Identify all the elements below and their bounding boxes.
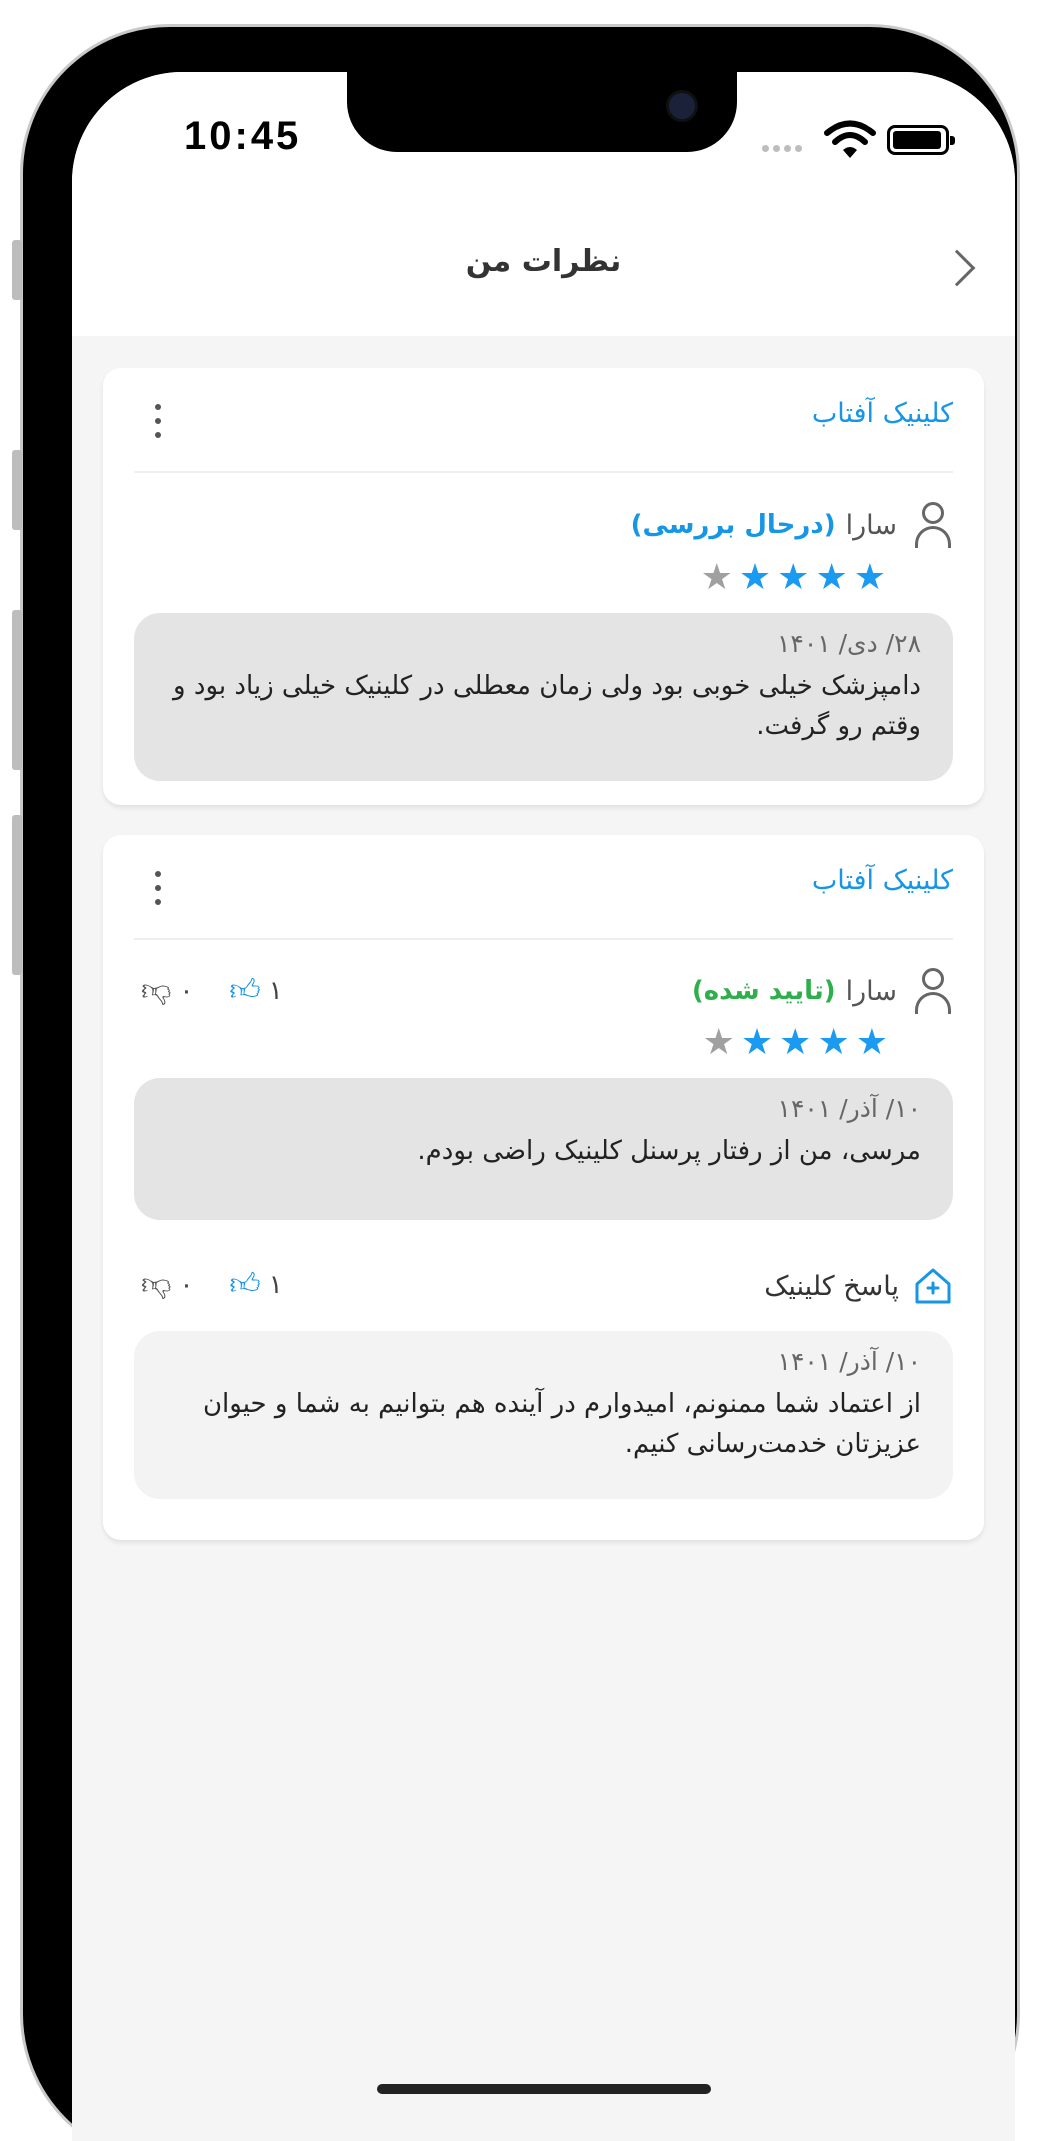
clinic-reply-label: پاسخ کلینیک	[764, 1270, 899, 1302]
dislike-count: ۰	[179, 976, 194, 1006]
star-filled-icon: ★	[855, 1022, 888, 1063]
divider	[134, 938, 953, 940]
clinic-reply-header: پاسخ کلینیک	[764, 1266, 953, 1306]
mute-switch	[12, 240, 22, 300]
clinic-name-link[interactable]: کلینیک آفتاب	[812, 398, 953, 429]
more-menu-icon[interactable]	[153, 404, 161, 438]
rating-stars: ★ ★ ★ ★ ★	[701, 560, 886, 596]
like-button[interactable]: 👍︎ ۱	[229, 1267, 282, 1303]
card-header: کلینیک آفتاب	[103, 835, 984, 938]
reply-votes: 👎︎ ۰ 👍︎ ۱	[141, 1267, 283, 1303]
star-filled-icon: ★	[815, 557, 848, 598]
page-title: نظرات من	[465, 244, 622, 279]
wifi-icon	[824, 120, 876, 158]
reviewer-name: سارا	[845, 975, 897, 1007]
more-menu-icon[interactable]	[153, 871, 161, 905]
review-status-badge: (تایید شده)	[691, 976, 836, 1006]
clinic-home-icon	[913, 1266, 953, 1306]
battery-icon	[887, 125, 955, 155]
page-header: نظرات من	[72, 202, 1015, 336]
reviewer-name: سارا	[845, 509, 897, 541]
dislike-button[interactable]: 👎︎ ۰	[141, 973, 193, 1009]
thumbs-up-icon: 👍︎	[229, 1267, 261, 1302]
review-card: کلینیک آفتاب سارا (درحال بررسی) ★ ★ ★ ★ …	[103, 368, 984, 805]
star-empty-icon: ★	[702, 1022, 735, 1063]
like-count: ۱	[268, 1270, 283, 1300]
star-filled-icon: ★	[740, 1022, 774, 1063]
signal-icon	[762, 145, 802, 152]
camera-icon	[666, 90, 698, 122]
star-empty-icon: ★	[700, 557, 733, 598]
reply-text: از اعتماد شما ممنونم، امیدوارم در آینده …	[202, 1389, 921, 1459]
reviewer-row: سارا (تایید شده)	[692, 968, 953, 1014]
dislike-count: ۰	[179, 1270, 194, 1300]
star-filled-icon: ★	[853, 557, 886, 598]
review-text: مرسی، من از رفتار پرسنل کلینیک راضی بودم…	[417, 1136, 921, 1166]
home-indicator[interactable]	[377, 2084, 711, 2094]
divider	[134, 471, 953, 473]
volume-button	[12, 815, 22, 975]
screen: 10:45 نظرات من کلینیک آفتاب سارا (درحال …	[72, 72, 1015, 2141]
rating-stars: ★ ★ ★ ★ ★	[703, 1025, 888, 1061]
star-filled-icon: ★	[779, 1022, 812, 1063]
like-button[interactable]: 👍︎ ۱	[229, 973, 282, 1009]
user-icon	[913, 968, 953, 1014]
dislike-button[interactable]: 👎︎ ۰	[141, 1267, 193, 1303]
thumbs-down-icon: 👎︎	[141, 973, 172, 1008]
review-date: ۲۸/ دی/ ۱۴۰۱	[776, 629, 921, 658]
review-text: دامپزشک خیلی خوبی بود ولی زمان معطلی در …	[173, 671, 921, 741]
volume-up-button	[12, 450, 22, 530]
like-count: ۱	[268, 976, 283, 1006]
reply-bubble: ۱۰/ آذر/ ۱۴۰۱ از اعتماد شما ممنونم، امید…	[134, 1331, 953, 1499]
thumbs-down-icon: 👎︎	[141, 1267, 172, 1302]
star-filled-icon: ★	[817, 1022, 850, 1063]
review-status-badge: (درحال بررسی)	[630, 510, 836, 540]
user-icon	[913, 502, 953, 548]
star-filled-icon: ★	[777, 557, 810, 598]
clinic-name-link[interactable]: کلینیک آفتاب	[812, 865, 953, 896]
review-bubble: ۲۸/ دی/ ۱۴۰۱ دامپزشک خیلی خوبی بود ولی ز…	[134, 613, 953, 781]
reviewer-row: سارا (درحال بررسی)	[631, 502, 953, 548]
review-votes: 👎︎ ۰ 👍︎ ۱	[141, 973, 283, 1009]
thumbs-up-icon: 👍︎	[229, 973, 261, 1008]
notch	[347, 72, 737, 152]
review-card: کلینیک آفتاب سارا (تایید شده) 👎︎ ۰ 👍︎ ۱ …	[103, 835, 984, 1540]
status-time: 10:45	[184, 114, 302, 158]
review-bubble: ۱۰/ آذر/ ۱۴۰۱ مرسی، من از رفتار پرسنل کل…	[134, 1078, 953, 1220]
card-header: کلینیک آفتاب	[103, 368, 984, 471]
volume-down-button	[12, 610, 22, 770]
star-filled-icon: ★	[738, 557, 772, 598]
review-date: ۱۰/ آذر/ ۱۴۰۱	[777, 1094, 921, 1123]
reply-date: ۱۰/ آذر/ ۱۴۰۱	[777, 1347, 921, 1376]
